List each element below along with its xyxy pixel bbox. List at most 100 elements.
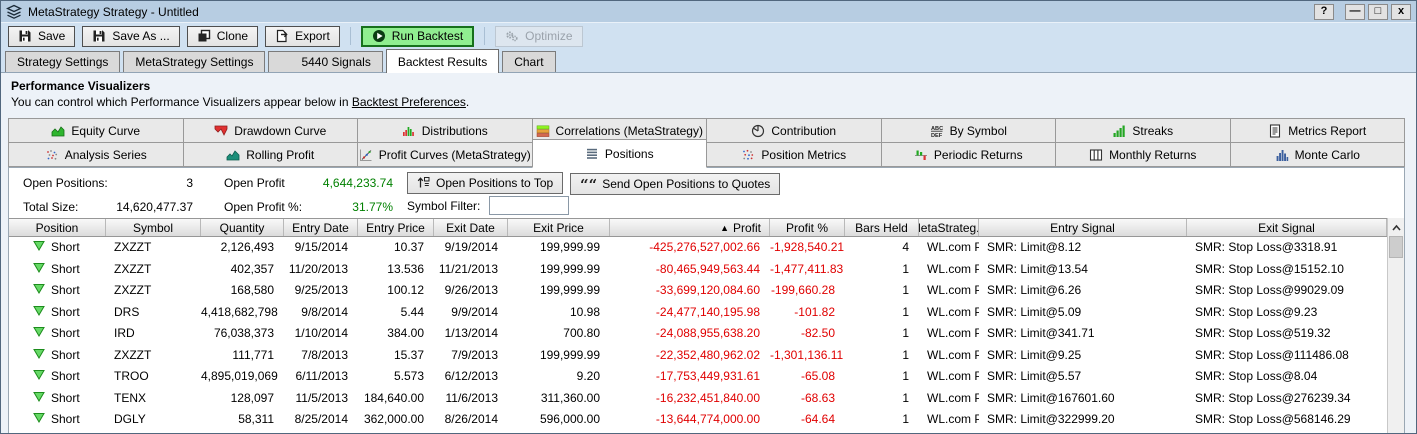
visualizer-tab-position-metrics[interactable]: Position Metrics <box>706 142 882 167</box>
run-backtest-button[interactable]: Run Backtest <box>361 26 474 47</box>
tab-chart[interactable]: Chart <box>502 51 555 72</box>
visualizer-tab-row-2: Analysis SeriesRolling ProfitProfit Curv… <box>8 142 1405 167</box>
column-header-profit[interactable]: Profit % <box>770 219 845 236</box>
tab-metastrategy-settings[interactable]: MetaStrategy Settings <box>123 51 265 72</box>
column-label: Bars Held <box>855 221 908 235</box>
column-header-metastrateg[interactable]: MetaStrateg... <box>919 219 979 236</box>
tab-label: Monthly Returns <box>1109 148 1196 162</box>
vertical-scrollbar[interactable] <box>1387 218 1404 433</box>
cell: SMR: Limit@5.57 <box>979 366 1187 388</box>
save-button[interactable]: Save <box>8 26 75 47</box>
table-row[interactable]: ShortZXZZT111,7717/8/201315.377/9/201319… <box>9 345 1387 367</box>
optimize-button: Optimize <box>495 26 582 47</box>
visualizer-tab-contribution[interactable]: Contribution <box>706 118 882 143</box>
tab-5440-signals[interactable]: 5440 Signals <box>268 51 382 72</box>
visualizer-tab-rolling-profit[interactable]: Rolling Profit <box>183 142 359 167</box>
save-as-button[interactable]: Save As ... <box>82 26 179 47</box>
column-header-entry-date[interactable]: Entry Date <box>284 219 358 236</box>
maximize-button[interactable]: □ <box>1368 4 1388 20</box>
tab-label: Distributions <box>422 124 488 138</box>
cell: 10.37 <box>358 237 434 259</box>
column-header-exit-date[interactable]: Exit Date <box>434 219 508 236</box>
column-header-position[interactable]: Position <box>9 219 106 236</box>
tab-label: Streaks <box>1132 124 1173 138</box>
visualizer-tab-profit-curves-metastrategy[interactable]: Profit Curves (MetaStrategy) <box>357 142 533 167</box>
clone-button[interactable]: Clone <box>187 26 258 47</box>
visualizer-tab-drawdown-curve[interactable]: Drawdown Curve <box>183 118 359 143</box>
table-row[interactable]: ShortZXZZT2,126,4939/15/201410.379/19/20… <box>9 237 1387 259</box>
cell: 4,895,019,069 <box>201 366 284 388</box>
visualizer-tab-equity-curve[interactable]: Equity Curve <box>8 118 184 143</box>
cell: 11/20/2013 <box>284 259 358 281</box>
scroll-up-button[interactable] <box>1388 218 1404 236</box>
short-triangle-icon <box>33 237 45 259</box>
subtitle-period: . <box>466 95 469 109</box>
open-positions-to-top-button[interactable]: Open Positions to Top <box>407 172 563 194</box>
cell: 11/6/2013 <box>434 388 508 410</box>
cell: 2,126,493 <box>201 237 284 259</box>
table-row[interactable]: ShortDRS4,418,682,7989/8/20145.449/9/201… <box>9 302 1387 324</box>
svg-text:DEF: DEF <box>931 133 943 138</box>
column-header-exit-signal[interactable]: Exit Signal <box>1187 219 1387 236</box>
backtest-preferences-link[interactable]: Backtest Preferences <box>352 95 466 109</box>
clone-icon <box>197 29 211 43</box>
tab-strategy-settings[interactable]: Strategy Settings <box>5 51 120 72</box>
visualizer-tab-periodic-returns[interactable]: Periodic Returns <box>881 142 1057 167</box>
toolbar-separator <box>484 27 485 45</box>
visualizer-tab-analysis-series[interactable]: Analysis Series <box>8 142 184 167</box>
move-to-top-icon <box>417 175 430 192</box>
send-open-positions-to-quotes-button[interactable]: ““ Send Open Positions to Quotes <box>570 173 780 195</box>
tab-backtest-results[interactable]: Backtest Results <box>386 49 499 73</box>
cell: SMR: Limit@341.71 <box>979 323 1187 345</box>
help-button[interactable]: ? <box>1314 4 1334 20</box>
button-label: Save As ... <box>112 29 169 43</box>
cell: 9/19/2014 <box>434 237 508 259</box>
table-row[interactable]: ShortTENX128,09711/5/2013184,640.0011/6/… <box>9 388 1387 410</box>
table-row[interactable]: ShortDGLY58,3118/25/2014362,000.008/26/2… <box>9 409 1387 431</box>
column-header-entry-price[interactable]: Entry Price <box>358 219 434 236</box>
cell: -33,699,120,084.60 <box>610 280 770 302</box>
contribution-icon <box>751 124 765 138</box>
close-button[interactable]: x <box>1391 4 1411 20</box>
table-row[interactable]: ShortZXZZT168,5809/25/2013100.129/26/201… <box>9 280 1387 302</box>
cell: 596,000.00 <box>508 409 610 431</box>
visualizer-tab-monte-carlo[interactable]: Monte Carlo <box>1230 142 1406 167</box>
visualizer-tab-distributions[interactable]: Distributions <box>357 118 533 143</box>
table-row[interactable]: ShortTROO4,895,019,0696/11/20135.5736/12… <box>9 366 1387 388</box>
cell: WL.com P... <box>919 409 979 431</box>
section-title: Performance Visualizers <box>11 79 1402 93</box>
tab-label: By Symbol <box>950 124 1007 138</box>
by-symbol-icon: ABCDEF <box>930 124 944 138</box>
export-button[interactable]: Export <box>265 26 340 47</box>
position-type-cell: Short <box>9 345 106 367</box>
cell: -13,644,774,000.00 <box>610 409 770 431</box>
visualizer-tab-monthly-returns[interactable]: Monthly Returns <box>1055 142 1231 167</box>
cell: 1 <box>845 388 919 410</box>
minimize-button[interactable]: — <box>1345 4 1365 20</box>
cell: SMR: Stop Loss@9.23 <box>1187 302 1387 324</box>
column-header-symbol[interactable]: Symbol <box>106 219 201 236</box>
column-header-exit-price[interactable]: Exit Price <box>508 219 610 236</box>
cell-value: Short <box>51 366 80 388</box>
cell: 128,097 <box>201 388 284 410</box>
cell: 1 <box>845 259 919 281</box>
column-label: Symbol <box>133 221 173 235</box>
open-profit-label: Open Profit <box>224 176 285 190</box>
column-header-entry-signal[interactable]: Entry Signal <box>979 219 1187 236</box>
monthly-returns-icon <box>1089 148 1103 162</box>
cell: 199,999.99 <box>508 259 610 281</box>
column-label: Entry Price <box>366 221 425 235</box>
visualizer-tab-streaks[interactable]: Streaks <box>1055 118 1231 143</box>
visualizer-tab-by-symbol[interactable]: ABCDEF By Symbol <box>881 118 1057 143</box>
column-label: Exit Price <box>533 221 584 235</box>
sort-ascending-icon: ▲ <box>720 223 729 233</box>
table-row[interactable]: ShortZXZZT402,35711/20/201313.53611/21/2… <box>9 259 1387 281</box>
table-row[interactable]: ShortIRD76,038,3731/10/2014384.001/13/20… <box>9 323 1387 345</box>
column-header-profit[interactable]: ▲Profit <box>610 219 770 236</box>
scrollbar-thumb[interactable] <box>1389 236 1403 258</box>
column-header-quantity[interactable]: Quantity <box>201 219 284 236</box>
visualizer-tab-metrics-report[interactable]: Metrics Report <box>1230 118 1406 143</box>
visualizer-tab-positions[interactable]: Positions <box>532 139 708 168</box>
symbol-filter-input[interactable] <box>489 196 569 215</box>
column-header-bars-held[interactable]: Bars Held <box>845 219 919 236</box>
